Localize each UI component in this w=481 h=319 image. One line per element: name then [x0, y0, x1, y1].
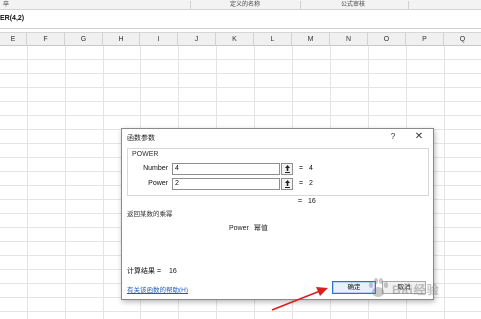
calculation-result: 计算结果 = 16: [127, 266, 177, 276]
calc-result-value: 16: [169, 268, 177, 275]
arg-eq-number: =: [299, 165, 304, 172]
dialog-title: 函数参数: [127, 135, 155, 142]
ribbon-separator: [300, 1, 301, 9]
column-header-o[interactable]: O: [368, 33, 406, 46]
power-input[interactable]: 2: [172, 178, 280, 190]
arg-result-power: 2: [309, 180, 313, 187]
close-icon[interactable]: ✕: [412, 131, 426, 143]
arg-label-number: Number: [143, 165, 168, 172]
column-header-row: E F G H I J K L M N O P Q: [0, 32, 481, 46]
ribbon-separator: [190, 1, 191, 9]
arg-label-power: Power: [148, 180, 168, 187]
function-help-link[interactable]: 有关该函数的帮助(H): [127, 284, 188, 294]
column-header-g[interactable]: G: [65, 33, 103, 46]
total-result: 16: [308, 198, 316, 205]
help-icon[interactable]: ?: [386, 131, 400, 143]
ribbon-group-defined-names[interactable]: 定义的名称: [195, 0, 295, 10]
grid-line: [0, 311, 481, 312]
dialog-titlebar[interactable]: 函数参数 ? ✕: [122, 129, 433, 144]
formula-text[interactable]: ER(4,2): [0, 15, 24, 22]
range-selector-icon[interactable]: [281, 163, 293, 175]
column-header-h[interactable]: H: [103, 33, 140, 46]
grid-line: [0, 115, 481, 116]
grid-line: [0, 87, 481, 88]
total-eq: =: [298, 198, 303, 205]
column-header-n[interactable]: N: [330, 33, 368, 46]
column-header-i[interactable]: I: [140, 33, 178, 46]
grid-line: [0, 101, 481, 102]
column-header-q[interactable]: Q: [444, 33, 481, 46]
function-arguments-dialog: 函数参数 ? ✕ POWER Number 4 = 4 Power 2 = 2 …: [121, 128, 434, 300]
argument-description: Power 幂值: [229, 223, 273, 233]
range-selector-icon[interactable]: [281, 178, 293, 190]
ribbon-group-strip: 卒 定义的名称 公式审核: [0, 0, 481, 10]
ribbon-separator: [408, 1, 409, 9]
ribbon-group-formula-auditing[interactable]: 公式审核: [303, 0, 403, 10]
column-header-p[interactable]: P: [406, 33, 444, 46]
argument-description-text: 幂值: [253, 225, 268, 232]
calc-result-label: 计算结果 =: [127, 268, 162, 275]
arg-result-number: 4: [309, 165, 313, 172]
formula-bar[interactable]: ER(4,2): [0, 12, 481, 29]
ok-button[interactable]: 确定: [332, 281, 376, 294]
column-header-l[interactable]: L: [254, 33, 292, 46]
cancel-button[interactable]: 取消: [382, 281, 426, 294]
column-header-e[interactable]: E: [0, 33, 27, 46]
range-selector-glyph: [285, 165, 290, 173]
grid-line: [0, 59, 481, 60]
function-name: POWER: [132, 151, 159, 158]
number-input[interactable]: 4: [172, 163, 280, 175]
range-selector-glyph: [285, 180, 290, 188]
column-header-k[interactable]: K: [216, 33, 254, 46]
column-header-f[interactable]: F: [27, 33, 65, 46]
function-description: 返回某数的乘幂: [127, 211, 173, 218]
column-header-m[interactable]: M: [292, 33, 330, 46]
argument-description-name: Power: [229, 225, 249, 232]
column-header-j[interactable]: J: [178, 33, 216, 46]
ribbon-group-fragment: 卒: [2, 2, 9, 8]
grid-line: [0, 73, 481, 74]
arg-eq-power: =: [299, 180, 304, 187]
function-args-group: POWER Number 4 = 4 Power 2 = 2: [127, 148, 429, 196]
